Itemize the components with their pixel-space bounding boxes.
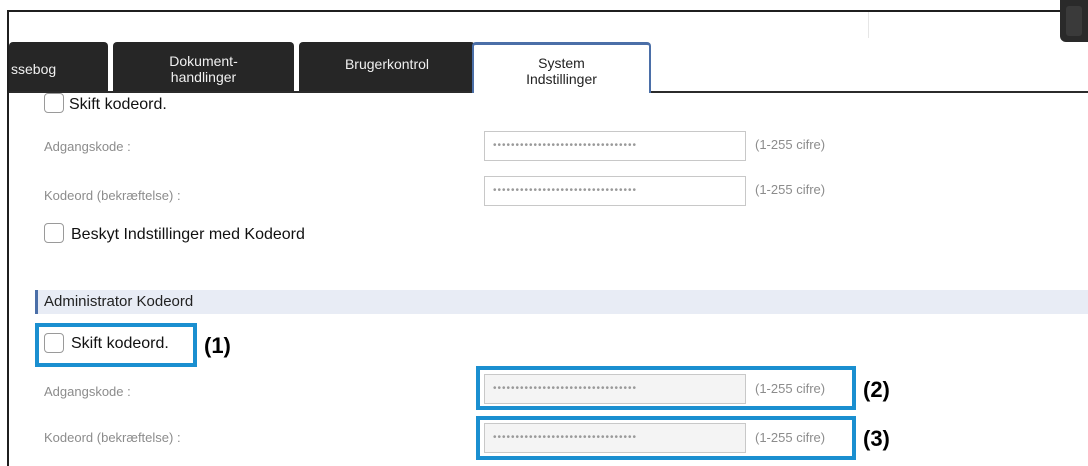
tab-label: Brugerkontrol bbox=[344, 55, 430, 72]
section-accent-bar bbox=[35, 290, 38, 314]
change-password-checkbox[interactable] bbox=[44, 93, 64, 113]
corner-handle[interactable] bbox=[1060, 0, 1088, 42]
admin-change-password-checkbox[interactable] bbox=[44, 333, 64, 353]
tab-address-book[interactable]: ssebog bbox=[9, 42, 108, 91]
confirm-password-label: Kodeord (bekræftelse) : bbox=[44, 188, 181, 203]
tab-label-line2: handlinger bbox=[170, 68, 237, 85]
admin-password-label: Adgangskode : bbox=[44, 384, 131, 399]
password-hint: (1-255 cifre) bbox=[755, 137, 826, 152]
tab-label-line1: System bbox=[538, 55, 585, 71]
protect-settings-label: Beskyt Indstillinger med Kodeord bbox=[71, 226, 305, 243]
tab-label-line2: Indstillinger bbox=[526, 71, 597, 87]
password-label: Adgangskode : bbox=[44, 139, 131, 154]
tab-label-line1: Dokument- bbox=[169, 52, 238, 69]
admin-password-section-header: Administrator Kodeord bbox=[35, 290, 1088, 314]
callout-number-3: (3) bbox=[863, 426, 890, 451]
admin-confirm-password-label: Kodeord (bekræftelse) : bbox=[44, 430, 181, 445]
admin-password-input[interactable]: •••••••••••••••••••••••••••••••• bbox=[484, 374, 746, 404]
tab-user-control[interactable]: Brugerkontrol bbox=[299, 42, 475, 91]
tab-document-operations[interactable]: Dokument- handlinger bbox=[113, 42, 294, 91]
tab-system-settings[interactable]: System Indstillinger bbox=[472, 42, 651, 93]
confirm-password-hint: (1-255 cifre) bbox=[755, 182, 826, 197]
callout-number-2: (2) bbox=[863, 377, 890, 402]
callout-number-1: (1) bbox=[204, 333, 231, 358]
admin-password-hint: (1-255 cifre) bbox=[755, 381, 826, 396]
tab-bar: ssebog Dokument- handlinger Brugerkontro… bbox=[9, 42, 1088, 93]
confirm-password-input[interactable]: •••••••••••••••••••••••••••••••• bbox=[484, 176, 746, 206]
password-input[interactable]: •••••••••••••••••••••••••••••••• bbox=[484, 131, 746, 161]
admin-change-password-label: Skift kodeord. bbox=[71, 335, 169, 352]
admin-confirm-password-hint: (1-255 cifre) bbox=[755, 430, 826, 445]
protect-settings-checkbox[interactable] bbox=[44, 223, 64, 243]
top-search-field[interactable] bbox=[868, 12, 1044, 38]
section-title: Administrator Kodeord bbox=[44, 293, 194, 310]
admin-confirm-password-input[interactable]: •••••••••••••••••••••••••••••••• bbox=[484, 423, 746, 453]
tab-label: ssebog bbox=[11, 60, 57, 77]
change-password-label: Skift kodeord. bbox=[69, 96, 167, 113]
